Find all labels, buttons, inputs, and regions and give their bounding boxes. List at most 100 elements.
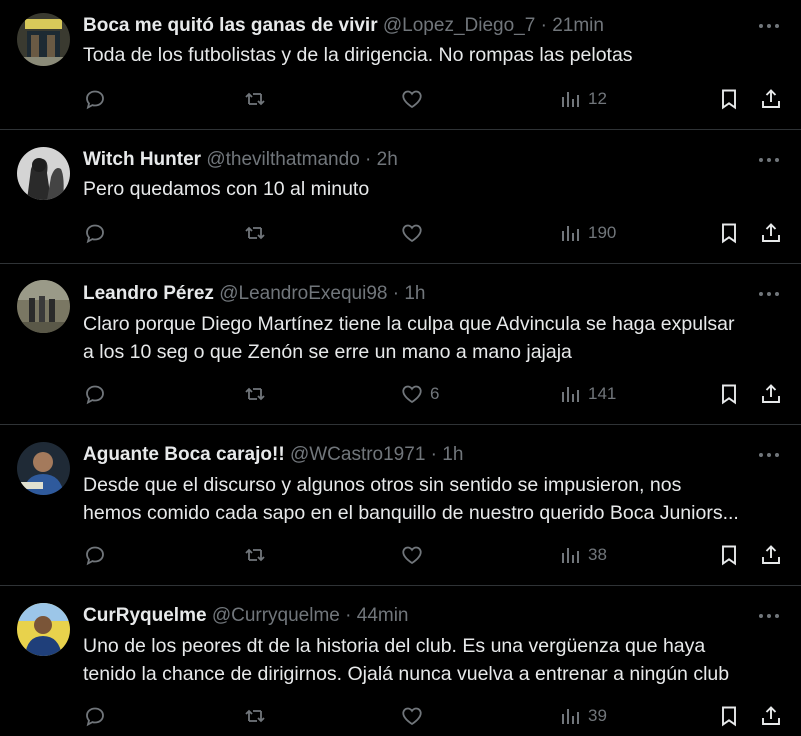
tweet-text: Claro porque Diego Martínez tiene la cul… bbox=[83, 310, 779, 366]
views-icon bbox=[560, 382, 582, 406]
tweet-text: Uno de los peores dt de la historia del … bbox=[83, 632, 779, 688]
reply-button[interactable] bbox=[83, 220, 107, 246]
display-name[interactable]: CurRyquelme bbox=[83, 605, 207, 626]
more-icon[interactable] bbox=[757, 445, 781, 465]
views-button[interactable]: 12 bbox=[560, 86, 607, 112]
timestamp[interactable]: 2h bbox=[377, 149, 398, 170]
tweet-text-line: Pero quedamos con 10 al minuto bbox=[83, 178, 370, 200]
bookmark-icon bbox=[717, 221, 741, 245]
action-bar: 190 bbox=[83, 220, 781, 246]
reply-button[interactable] bbox=[83, 381, 107, 407]
bookmark-button[interactable] bbox=[717, 703, 741, 729]
tweet[interactable]: Aguante Boca carajo!! @WCastro1971 · 1h … bbox=[0, 425, 801, 586]
tweet-header: Boca me quitó las ganas de vivir @Lopez_… bbox=[83, 13, 741, 39]
tweet-text-line: Toda de los futbolistas y de la dirigenc… bbox=[83, 44, 633, 66]
views-icon bbox=[560, 543, 582, 567]
display-name[interactable]: Witch Hunter bbox=[83, 149, 201, 170]
avatar[interactable] bbox=[17, 442, 70, 495]
retweet-icon bbox=[243, 704, 267, 728]
views-button[interactable]: 39 bbox=[560, 703, 607, 729]
share-button[interactable] bbox=[759, 381, 783, 407]
timestamp[interactable]: 21min bbox=[552, 15, 604, 36]
reply-icon bbox=[83, 704, 107, 728]
tweet-text-line: Uno de los peores dt de la historia del … bbox=[83, 635, 706, 657]
reply-icon bbox=[83, 87, 107, 111]
avatar[interactable] bbox=[17, 147, 70, 200]
bookmark-button[interactable] bbox=[717, 86, 741, 112]
reply-icon bbox=[83, 382, 107, 406]
tweet-text-line: hemos comido cada sapo en el banquillo d… bbox=[83, 502, 739, 524]
timestamp[interactable]: 44min bbox=[357, 605, 409, 626]
timestamp[interactable]: 1h bbox=[404, 283, 425, 304]
reply-icon bbox=[83, 543, 107, 567]
tweet[interactable]: CurRyquelme @Curryquelme · 44min Uno de … bbox=[0, 586, 801, 736]
more-icon[interactable] bbox=[757, 150, 781, 170]
heart-icon bbox=[400, 543, 424, 567]
bookmark-button[interactable] bbox=[717, 381, 741, 407]
views-button[interactable]: 141 bbox=[560, 381, 616, 407]
avatar[interactable] bbox=[17, 13, 70, 66]
bookmark-button[interactable] bbox=[717, 542, 741, 568]
share-button[interactable] bbox=[759, 220, 783, 246]
tweet-header: Leandro Pérez @LeandroExequi98 · 1h bbox=[83, 281, 741, 307]
action-bar: 6 141 bbox=[83, 381, 781, 407]
tweet[interactable]: Leandro Pérez @LeandroExequi98 · 1h Clar… bbox=[0, 264, 801, 425]
display-name[interactable]: Boca me quitó las ganas de vivir bbox=[83, 15, 378, 36]
views-button[interactable]: 190 bbox=[560, 220, 616, 246]
like-button[interactable] bbox=[400, 86, 430, 112]
heart-icon bbox=[400, 87, 424, 111]
separator-dot: · bbox=[392, 283, 400, 304]
tweet[interactable]: Witch Hunter @thevilthatmando · 2h Pero … bbox=[0, 130, 801, 264]
views-count: 38 bbox=[588, 545, 607, 564]
tweet-header: Aguante Boca carajo!! @WCastro1971 · 1h bbox=[83, 442, 741, 468]
tweet-text: Toda de los futbolistas y de la dirigenc… bbox=[83, 41, 779, 69]
reply-button[interactable] bbox=[83, 542, 107, 568]
action-bar: 12 bbox=[83, 86, 781, 112]
retweet-button[interactable] bbox=[243, 381, 267, 407]
separator-dot: · bbox=[365, 149, 372, 170]
retweet-button[interactable] bbox=[243, 542, 267, 568]
share-button[interactable] bbox=[759, 86, 783, 112]
bookmark-icon bbox=[717, 704, 741, 728]
share-icon bbox=[759, 221, 783, 245]
like-button[interactable] bbox=[400, 220, 430, 246]
like-button[interactable]: 6 bbox=[400, 381, 439, 407]
retweet-button[interactable] bbox=[243, 703, 267, 729]
bookmark-icon bbox=[717, 543, 741, 567]
display-name[interactable]: Leandro Pérez bbox=[83, 283, 214, 304]
more-icon[interactable] bbox=[757, 16, 781, 36]
views-count: 12 bbox=[588, 89, 607, 108]
like-button[interactable] bbox=[400, 542, 430, 568]
more-icon[interactable] bbox=[757, 606, 781, 626]
user-handle[interactable]: @WCastro1971 bbox=[290, 444, 425, 465]
display-name[interactable]: Aguante Boca carajo!! bbox=[83, 444, 285, 465]
views-icon bbox=[560, 87, 582, 111]
retweet-button[interactable] bbox=[243, 86, 267, 112]
tweet-text-line: Desde que el discurso y algunos otros si… bbox=[83, 474, 682, 496]
retweet-icon bbox=[243, 382, 267, 406]
user-handle[interactable]: @Curryquelme bbox=[212, 605, 340, 626]
like-button[interactable] bbox=[400, 703, 430, 729]
user-handle[interactable]: @thevilthatmando bbox=[206, 149, 359, 170]
reply-button[interactable] bbox=[83, 86, 107, 112]
retweet-button[interactable] bbox=[243, 220, 267, 246]
user-handle[interactable]: @Lopez_Diego_7 bbox=[383, 15, 535, 36]
views-button[interactable]: 38 bbox=[560, 542, 607, 568]
reply-button[interactable] bbox=[83, 703, 107, 729]
views-count: 141 bbox=[588, 384, 617, 403]
share-button[interactable] bbox=[759, 703, 783, 729]
more-icon[interactable] bbox=[757, 284, 781, 304]
share-button[interactable] bbox=[759, 542, 783, 568]
avatar[interactable] bbox=[17, 603, 70, 656]
user-handle[interactable]: @LeandroExequi98 bbox=[219, 283, 387, 304]
views-count: 190 bbox=[588, 223, 617, 242]
views-icon bbox=[560, 221, 582, 245]
avatar[interactable] bbox=[17, 280, 70, 333]
heart-icon bbox=[400, 704, 424, 728]
bookmark-button[interactable] bbox=[717, 220, 741, 246]
separator-dot: · bbox=[540, 15, 547, 36]
views-count: 39 bbox=[588, 706, 607, 725]
timestamp[interactable]: 1h bbox=[442, 444, 463, 465]
reply-icon bbox=[83, 221, 107, 245]
tweet[interactable]: Boca me quitó las ganas de vivir @Lopez_… bbox=[0, 0, 801, 130]
